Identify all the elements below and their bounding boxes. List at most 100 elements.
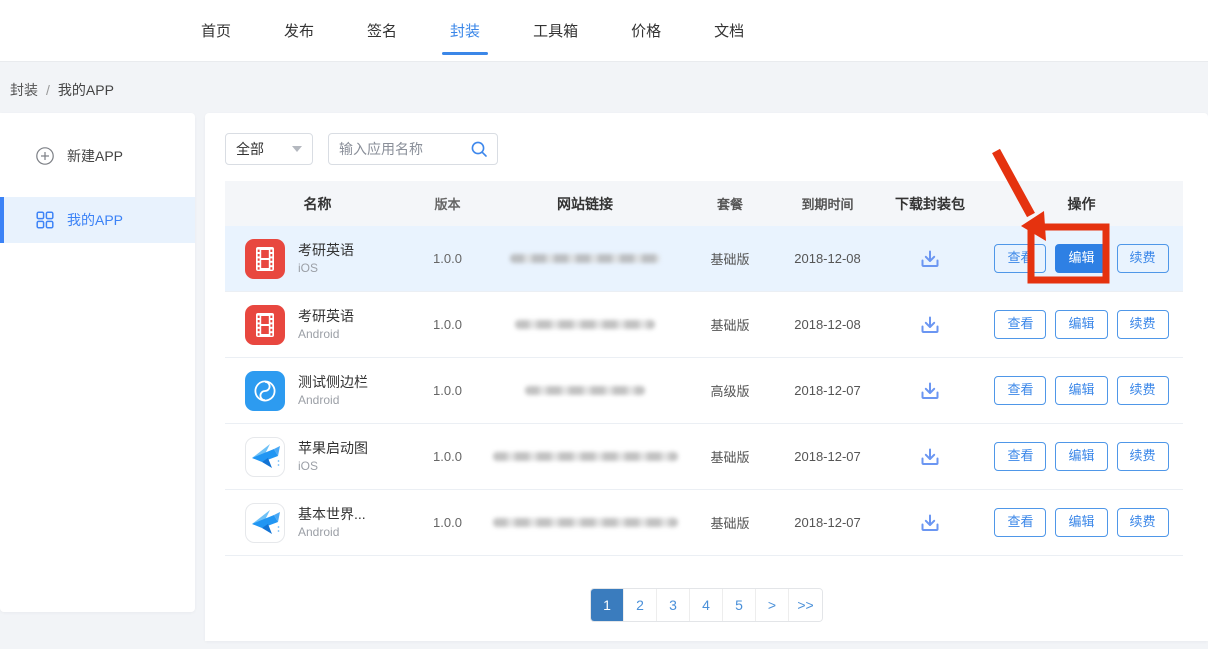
renew-button[interactable]: 续费 xyxy=(1117,376,1169,405)
table-header: 名称 版本 网站链接 套餐 到期时间 下载封装包 操作 xyxy=(225,181,1183,226)
edit-button[interactable]: 编辑 xyxy=(1055,376,1107,405)
app-plan: 基础版 xyxy=(685,315,775,334)
renew-button[interactable]: 续费 xyxy=(1117,442,1169,471)
category-select[interactable]: 全部 xyxy=(225,133,313,165)
search-box xyxy=(328,133,498,165)
sidebar-item-label: 我的APP xyxy=(67,210,123,230)
sidebar: 新建APP 我的APP xyxy=(0,113,195,612)
app-platform: Android xyxy=(298,392,368,408)
website-link-masked xyxy=(525,386,645,395)
breadcrumb-root[interactable]: 封装 xyxy=(10,82,38,98)
website-link-masked xyxy=(493,452,678,461)
origami-bird-app-icon xyxy=(245,503,285,543)
app-version: 1.0.0 xyxy=(410,251,485,266)
page-button-5[interactable]: 5 xyxy=(723,589,756,621)
edit-button[interactable]: 编辑 xyxy=(1055,244,1107,273)
sidebar-item-my-apps[interactable]: 我的APP xyxy=(0,197,195,243)
app-plan: 基础版 xyxy=(685,447,775,466)
breadcrumb-separator: / xyxy=(46,82,50,98)
film-app-icon xyxy=(245,239,285,279)
nav-item-sign[interactable]: 签名 xyxy=(365,14,399,47)
filter-bar: 全部 xyxy=(225,133,1188,165)
view-button[interactable]: 查看 xyxy=(994,244,1046,273)
renew-button[interactable]: 续费 xyxy=(1117,244,1169,273)
download-package-button[interactable] xyxy=(916,377,944,405)
apps-table: 名称 版本 网站链接 套餐 到期时间 下载封装包 操作 考研英语 iOS 1.0… xyxy=(225,181,1183,556)
table-row: 考研英语 Android 1.0.0 基础版 2018-12-08 查看 编辑 … xyxy=(225,292,1183,358)
page-button-2[interactable]: 2 xyxy=(624,589,657,621)
table-row: 苹果启动图 iOS 1.0.0 基础版 2018-12-07 查看 编辑 续费 xyxy=(225,424,1183,490)
app-version: 1.0.0 xyxy=(410,383,485,398)
app-plan: 基础版 xyxy=(685,513,775,532)
app-platform: Android xyxy=(298,326,354,342)
website-link-masked xyxy=(515,320,655,329)
breadcrumb: 封装 / 我的APP xyxy=(10,80,114,100)
view-button[interactable]: 查看 xyxy=(994,376,1046,405)
app-version: 1.0.0 xyxy=(410,515,485,530)
app-expiry: 2018-12-07 xyxy=(775,383,880,398)
app-name: 基本世界... xyxy=(298,505,366,524)
table-row: 测试侧边栏 Android 1.0.0 高级版 2018-12-07 查看 编辑… xyxy=(225,358,1183,424)
main-panel: 全部 名称 版本 网站链接 套餐 到期时间 下载封装包 操作 xyxy=(205,113,1208,641)
app-platform: iOS xyxy=(298,458,368,474)
view-button[interactable]: 查看 xyxy=(994,508,1046,537)
chevron-down-icon xyxy=(292,146,302,152)
app-name: 考研英语 xyxy=(298,307,354,326)
app-platform: Android xyxy=(298,524,366,540)
app-expiry: 2018-12-07 xyxy=(775,449,880,464)
download-package-button[interactable] xyxy=(916,443,944,471)
nav-item-publish[interactable]: 发布 xyxy=(282,14,316,47)
download-package-button[interactable] xyxy=(916,245,944,273)
app-expiry: 2018-12-08 xyxy=(775,317,880,332)
pagination: 1 2 3 4 5 > >> xyxy=(225,588,1188,622)
renew-button[interactable]: 续费 xyxy=(1117,508,1169,537)
app-name: 考研英语 xyxy=(298,241,354,260)
plus-circle-icon xyxy=(35,146,55,166)
app-version: 1.0.0 xyxy=(410,317,485,332)
col-header-plan: 套餐 xyxy=(685,194,775,213)
website-link-masked xyxy=(493,518,678,527)
nav-item-toolbox[interactable]: 工具箱 xyxy=(531,14,580,47)
app-expiry: 2018-12-07 xyxy=(775,515,880,530)
nav-item-docs[interactable]: 文档 xyxy=(712,14,746,47)
app-version: 1.0.0 xyxy=(410,449,485,464)
search-icon[interactable] xyxy=(469,139,489,159)
col-header-download: 下载封装包 xyxy=(880,194,980,214)
page-button-3[interactable]: 3 xyxy=(657,589,690,621)
app-plan: 高级版 xyxy=(685,381,775,400)
table-row: 考研英语 iOS 1.0.0 基础版 2018-12-08 查看 编辑 续费 xyxy=(225,226,1183,292)
edit-button[interactable]: 编辑 xyxy=(1055,310,1107,339)
breadcrumb-current: 我的APP xyxy=(58,82,114,98)
search-input[interactable] xyxy=(339,141,469,157)
col-header-actions: 操作 xyxy=(980,194,1183,214)
download-package-button[interactable] xyxy=(916,509,944,537)
last-page-button[interactable]: >> xyxy=(789,589,822,621)
category-selected-value: 全部 xyxy=(236,139,264,159)
edit-button[interactable]: 编辑 xyxy=(1055,442,1107,471)
view-button[interactable]: 查看 xyxy=(994,310,1046,339)
sidebar-item-new-app[interactable]: 新建APP xyxy=(0,133,195,179)
nav-item-package[interactable]: 封装 xyxy=(448,14,482,47)
col-header-expiry: 到期时间 xyxy=(775,194,880,213)
grid-icon xyxy=(35,211,55,229)
sidebar-item-label: 新建APP xyxy=(67,146,123,166)
nav-item-home[interactable]: 首页 xyxy=(199,14,233,47)
origami-bird-app-icon xyxy=(245,437,285,477)
page-button-4[interactable]: 4 xyxy=(690,589,723,621)
app-plan: 基础版 xyxy=(685,249,775,268)
film-app-icon xyxy=(245,305,285,345)
top-header: 首页 发布 签名 封装 工具箱 价格 文档 xyxy=(0,0,1208,62)
renew-button[interactable]: 续费 xyxy=(1117,310,1169,339)
view-button[interactable]: 查看 xyxy=(994,442,1046,471)
table-row: 基本世界... Android 1.0.0 基础版 2018-12-07 查看 … xyxy=(225,490,1183,556)
s-logo-app-icon xyxy=(245,371,285,411)
website-link-masked xyxy=(510,254,660,263)
next-page-button[interactable]: > xyxy=(756,589,789,621)
app-name: 测试侧边栏 xyxy=(298,373,368,392)
page-button-1[interactable]: 1 xyxy=(591,589,624,621)
download-package-button[interactable] xyxy=(916,311,944,339)
edit-button[interactable]: 编辑 xyxy=(1055,508,1107,537)
col-header-name: 名称 xyxy=(225,194,410,214)
col-header-version: 版本 xyxy=(410,194,485,213)
nav-item-price[interactable]: 价格 xyxy=(629,14,663,47)
